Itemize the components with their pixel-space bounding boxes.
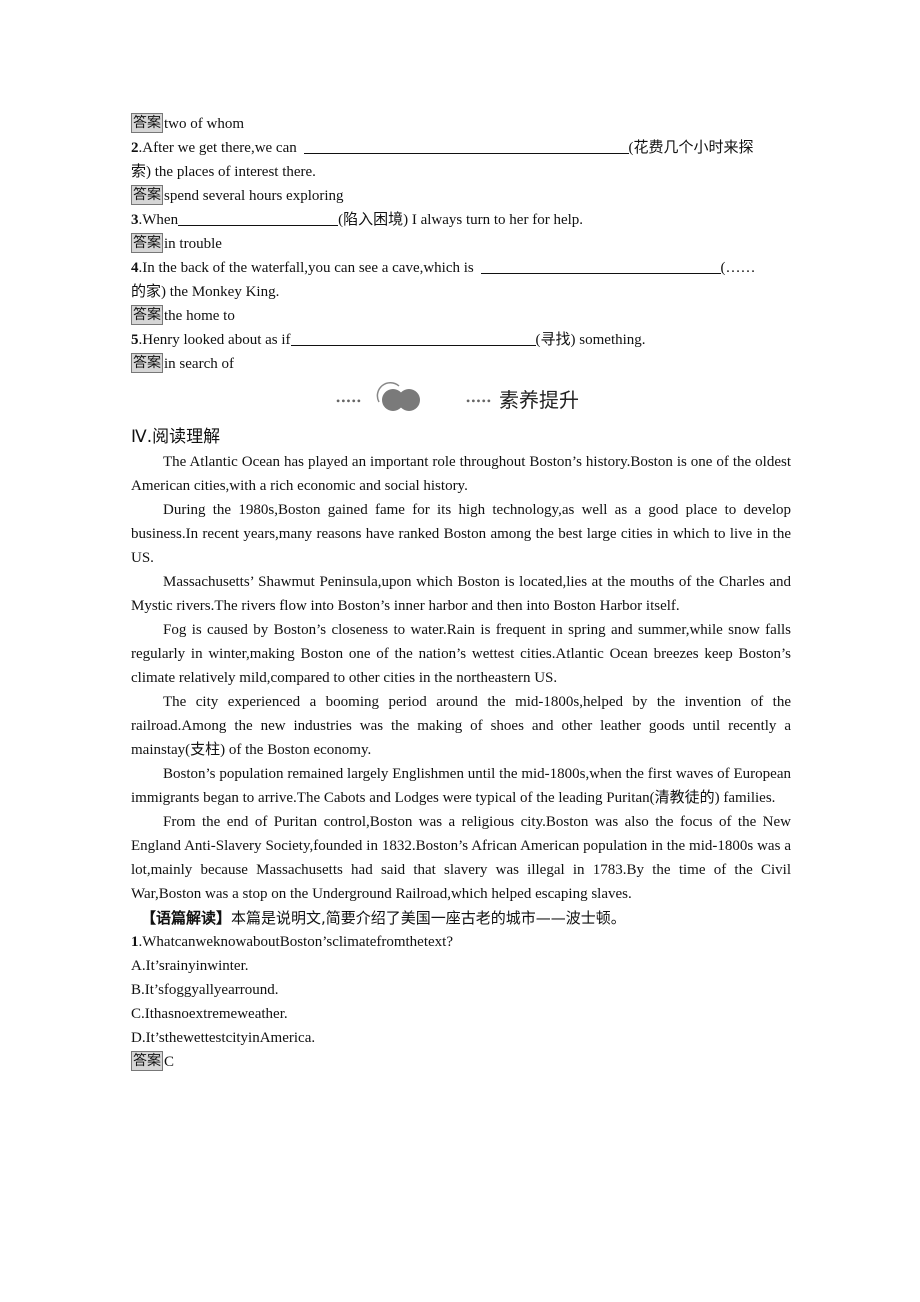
question-4-continued: 的家) the Monkey King. (131, 280, 791, 304)
dots-left: ••••• (336, 394, 363, 408)
reading-paragraph-1: The Atlantic Ocean has played an importa… (131, 454, 791, 494)
passage-analysis: 【语篇解读】本篇是说明文,简要介绍了美国一座古老的城市——波士顿。 (131, 906, 791, 930)
answer-badge: 答案 (131, 233, 163, 253)
answer-blank[interactable] (290, 330, 536, 346)
question-text: (寻找) something. (535, 332, 646, 348)
question-number: 5 (131, 332, 139, 348)
answer-text: in trouble (164, 236, 222, 252)
option-d[interactable]: D.It’sthewettestcityinAmerica. (131, 1026, 791, 1050)
answer-text: in search of (164, 356, 234, 372)
analysis-label: 【语篇解读】 (141, 909, 232, 927)
answer-text: two of whom (164, 116, 244, 132)
reading-paragraph-3: Massachusetts’ Shawmut Peninsula,upon wh… (131, 574, 791, 614)
question-number: 4 (131, 260, 139, 276)
reading-paragraph-2: During the 1980s,Boston gained fame for … (131, 502, 791, 566)
question-text: .WhatcanweknowaboutBoston’sclimatefromth… (138, 934, 454, 950)
answer-badge: 答案 (131, 113, 163, 133)
question-number: 1 (131, 934, 139, 950)
section-title: 素养提升 (499, 388, 579, 412)
question-4: 4.In the back of the waterfall,you can s… (131, 256, 791, 280)
question-text: .When (138, 212, 179, 228)
question-text: 索) the places of interest there. (131, 164, 316, 180)
question-text: (陷入困境) I always turn to her for help. (338, 212, 584, 228)
double-circle-icon (376, 382, 420, 411)
reading-paragraph-7: From the end of Puritan control,Boston w… (131, 814, 791, 902)
question-5: 5.Henry looked about as if (寻找) something… (131, 328, 791, 352)
reading-paragraph-6: Boston’s population remained largely Eng… (131, 766, 791, 806)
answer-line-1: 答案 two of whom (131, 112, 791, 136)
question-text: .In the back of the waterfall,you can se… (138, 260, 478, 276)
question-text: .After we get there,we can (138, 140, 301, 156)
answer-badge: 答案 (131, 1051, 163, 1071)
answer-badge: 答案 (131, 185, 163, 205)
question-number: 3 (131, 212, 139, 228)
answer-line-3: 答案 in trouble (131, 232, 791, 256)
answer-blank[interactable] (178, 210, 339, 226)
answer-line-mc: 答案 C (131, 1050, 791, 1074)
question-hint: (花费几个小时来探 (628, 140, 754, 156)
question-3: 3.When (陷入困境) I always turn to her for he… (131, 208, 791, 232)
reading-heading: Ⅳ.阅读理解 (131, 427, 221, 447)
answer-badge: 答案 (131, 353, 163, 373)
dots-right: ••••• (466, 394, 493, 408)
answer-text: C (164, 1054, 175, 1070)
answer-line-4: 答案 the home to (131, 304, 791, 328)
answer-blank[interactable] (303, 138, 629, 154)
question-text: 的家) the Monkey King. (131, 284, 280, 300)
reading-paragraph-5: The city experienced a booming period ar… (131, 694, 791, 758)
question-2-continued: 索) the places of interest there. (131, 160, 791, 184)
answer-badge: 答案 (131, 305, 163, 325)
reading-paragraph-4: Fog is caused by Boston’s closeness to w… (131, 622, 791, 686)
question-hint: (…… (720, 260, 756, 276)
question-text: .Henry looked about as if (138, 332, 291, 348)
answer-text: the home to (164, 308, 235, 324)
document-page: 答案 two of whom 2.After we get there,we ca… (131, 112, 791, 1074)
option-b[interactable]: B.It’sfoggyallyearround. (131, 978, 791, 1002)
question-2: 2.After we get there,we can (花费几个小时来探 (131, 136, 791, 160)
answer-line-5: 答案 in search of (131, 352, 791, 376)
answer-blank[interactable] (480, 258, 721, 274)
analysis-text: 本篇是说明文,简要介绍了美国一座古老的城市——波士顿。 (231, 909, 626, 927)
option-c[interactable]: C.Ithasnoextremeweather. (131, 1002, 791, 1026)
question-number: 2 (131, 140, 139, 156)
answer-line-2: 答案 spend several hours exploring (131, 184, 791, 208)
section-divider: ••••• ••••• 素养提升 (131, 376, 791, 424)
answer-text: spend several hours exploring (164, 188, 344, 204)
mc-question: 1.WhatcanweknowaboutBoston’sclimatefromt… (131, 930, 791, 954)
option-a[interactable]: A.It’srainyinwinter. (131, 954, 791, 978)
